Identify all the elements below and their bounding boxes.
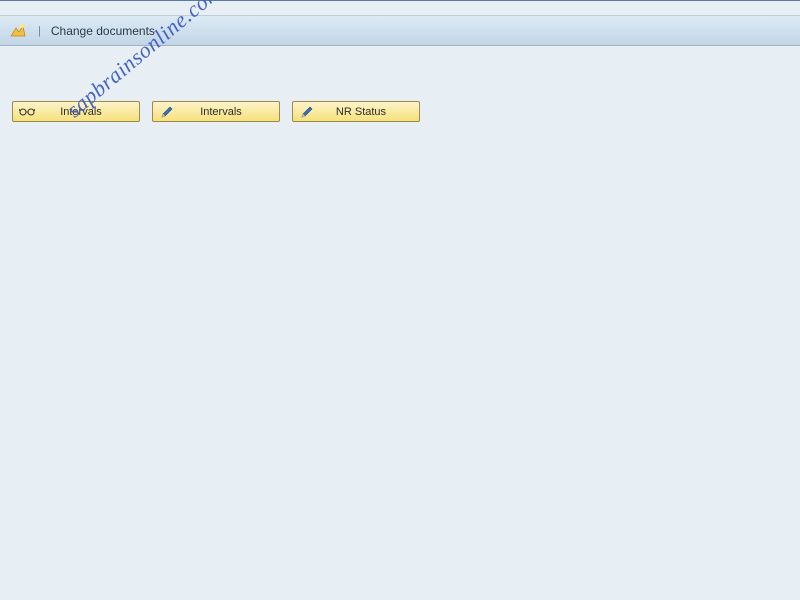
window-top-border [0, 0, 800, 16]
toolbar-separator: | [38, 25, 41, 37]
button-label: Intervals [179, 106, 273, 118]
toolbar-title: Change documents [51, 24, 155, 38]
button-label: NR Status [319, 106, 413, 118]
button-label: Intervals [39, 106, 133, 118]
content-area: Intervals Intervals NR Status [0, 46, 800, 134]
glasses-icon [19, 104, 35, 120]
change-intervals-button[interactable]: Intervals [152, 101, 280, 122]
pencil-icon [299, 104, 315, 120]
application-toolbar: | Change documents [0, 16, 800, 46]
info-icon[interactable] [8, 21, 28, 41]
nr-status-button[interactable]: NR Status [292, 101, 420, 122]
display-intervals-button[interactable]: Intervals [12, 101, 140, 122]
pencil-icon [159, 104, 175, 120]
